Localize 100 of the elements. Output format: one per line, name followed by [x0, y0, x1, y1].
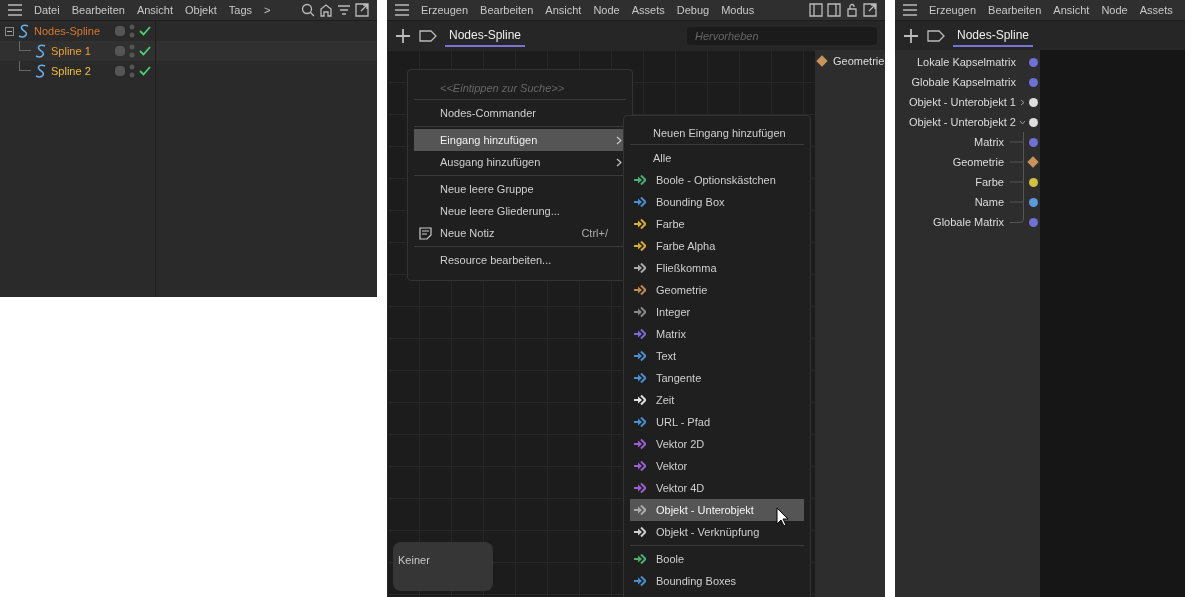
menu-item[interactable]: Erzeugen [421, 1, 469, 19]
menu-item[interactable]: Node [1101, 1, 1128, 19]
search-icon[interactable] [301, 3, 315, 17]
menu-item[interactable]: Resource bearbeiten... [414, 249, 626, 271]
add-icon[interactable] [395, 27, 411, 44]
menu-item[interactable]: Debug [676, 1, 710, 19]
menu-item[interactable]: Nodes-Commander [414, 102, 626, 124]
menu-icon[interactable] [395, 4, 409, 16]
menu-item-label: Bounding Boxes [656, 573, 737, 589]
panel-right-icon[interactable] [827, 3, 841, 17]
spline-icon [35, 44, 47, 58]
menu-item[interactable]: Bounding Boxes [630, 570, 804, 592]
menu-item[interactable]: Tags [228, 1, 253, 19]
menu-item[interactable]: URL - Pfad [630, 411, 804, 433]
external-icon[interactable] [863, 3, 877, 17]
panel-left-icon[interactable] [809, 3, 823, 17]
menu-item-label: Neue leere Gliederung... [440, 203, 560, 219]
menu-item[interactable]: Assets [1139, 1, 1173, 19]
menu-item[interactable]: Assets [631, 1, 665, 19]
menu-item[interactable]: Integer [630, 301, 804, 323]
menu-item[interactable]: Objekt - Verknüpfung [630, 521, 804, 543]
menu-item-label: Farbe [656, 216, 685, 232]
submenu-title[interactable]: Neuen Eingang hinzufügen [630, 123, 804, 145]
menu-icon[interactable] [903, 4, 917, 16]
check-icon[interactable] [139, 66, 151, 76]
spline-icon [18, 24, 30, 38]
menu-item[interactable]: Tangente [630, 367, 804, 389]
menu-item[interactable]: Vektor 2D [630, 433, 804, 455]
menu-item[interactable]: > [264, 1, 271, 19]
menu-item[interactable]: Ansicht [1053, 1, 1090, 19]
menu-item-label: Bounding Box [656, 194, 725, 210]
tab[interactable]: Nodes-Spline [445, 24, 526, 47]
cursor-icon [776, 507, 790, 527]
menu-item[interactable]: Matrix [630, 323, 804, 345]
port-label: Objekt - Unterobjekt 2 [909, 114, 1016, 130]
menu-item[interactable]: Bounding Box [630, 191, 804, 213]
menu-item-label: Eingang hinzufügen [440, 132, 538, 148]
menu-item-label: Boole [656, 551, 685, 567]
visibility-dots-icon[interactable] [129, 63, 135, 79]
menu-item[interactable]: Farbe Alpha [630, 235, 804, 257]
home-icon[interactable] [319, 3, 333, 17]
note-icon [419, 226, 432, 240]
collapse-icon[interactable] [5, 26, 14, 36]
tag-icon[interactable] [419, 29, 437, 42]
port-label: Matrix [974, 134, 1004, 150]
menu-item[interactable]: Vektor 4D [630, 477, 804, 499]
tree-connector [1010, 132, 1024, 152]
menu-item[interactable]: Zeit [630, 389, 804, 411]
menu-item[interactable]: Neue leere Gruppe [414, 178, 626, 200]
menu-item[interactable]: Fließkomma [630, 257, 804, 279]
menu-item[interactable]: Boole [630, 548, 804, 570]
menu-item[interactable]: Erzeugen [929, 1, 977, 19]
menu-item-label: Fließkomma [656, 260, 717, 276]
chevron-right-icon[interactable] [1018, 98, 1026, 106]
menu-icon[interactable] [8, 4, 22, 16]
port-label: Geometrie [952, 154, 1004, 170]
menu-item[interactable]: Eingang hinzufügen [414, 129, 626, 151]
lock-icon[interactable] [845, 3, 859, 17]
object-name[interactable]: Spline 1 [51, 42, 91, 60]
menu-item-label: Vektor [656, 458, 688, 474]
menu-item[interactable]: Datei [34, 1, 60, 19]
menu-item[interactable]: Bearbeiten [71, 1, 125, 19]
menu-item[interactable]: Vektor [630, 455, 804, 477]
menu-item-label: Objekt - Verknüpfung [656, 524, 760, 540]
menu-item[interactable]: Boole - Optionskästchen [630, 169, 804, 191]
note-node[interactable]: Keiner [393, 542, 493, 591]
menu-item[interactable]: Ansicht [545, 1, 582, 19]
filter-icon[interactable] [337, 3, 351, 17]
menu-item[interactable]: Text [630, 345, 804, 367]
menu-search-field[interactable]: <<Eintippen zur Suche>> [414, 77, 626, 99]
menu-item[interactable]: Node [593, 1, 620, 19]
tab[interactable]: Nodes-Spline [953, 24, 1034, 47]
add-icon[interactable] [903, 27, 919, 44]
menu-item[interactable]: Farbe [630, 213, 804, 235]
menu-item-label: Resource bearbeiten... [440, 252, 552, 268]
check-icon[interactable] [139, 46, 151, 56]
menu-item-label: Text [656, 348, 677, 364]
menu-item[interactable]: Neue Notiz Ctrl+/ [414, 222, 626, 244]
visibility-dots-icon[interactable] [129, 23, 135, 39]
menu-item[interactable]: Modus [721, 1, 755, 19]
port-label: Objekt - Unterobjekt 1 [909, 94, 1016, 110]
menu-item[interactable]: Geometrie [630, 279, 804, 301]
chevron-down-icon[interactable] [1018, 118, 1026, 126]
menu-item[interactable]: Alle [630, 147, 804, 169]
check-icon[interactable] [139, 26, 151, 36]
menu-item[interactable]: Objekt [185, 1, 217, 19]
menu-item[interactable]: Bearbeiten [988, 1, 1042, 19]
menu-item[interactable]: Neue leere Gliederung... [414, 200, 626, 222]
object-name[interactable]: Spline 2 [51, 62, 91, 80]
menu-item-label: Vektor 2D [656, 436, 705, 452]
external-icon[interactable] [355, 3, 369, 17]
visibility-dots-icon[interactable] [129, 43, 135, 59]
object-name[interactable]: Nodes-Spline [34, 22, 101, 40]
menu-item[interactable]: Ansicht [136, 1, 173, 19]
menu-item[interactable]: Bearbeiten [480, 1, 534, 19]
tag-icon[interactable] [927, 29, 945, 42]
tree-connector [1010, 172, 1024, 192]
menu-item-label: Neue Notiz [440, 225, 495, 241]
menu-item[interactable]: Ausgang hinzufügen [414, 151, 626, 173]
search-field[interactable]: Hervorheben [687, 26, 877, 45]
